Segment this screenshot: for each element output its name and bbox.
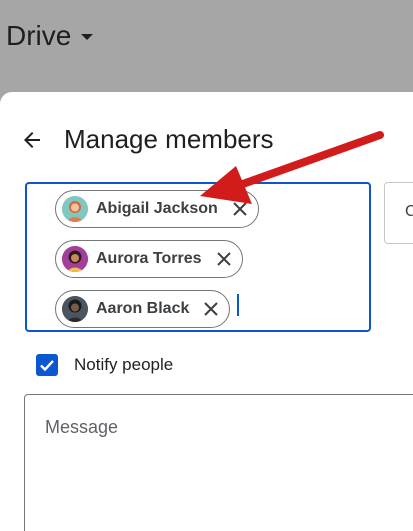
- text-cursor: [237, 294, 239, 316]
- member-name: Aurora Torres: [96, 250, 202, 267]
- app-title-text: Drive: [6, 20, 72, 51]
- notify-people-option: Notify people: [36, 354, 173, 376]
- role-select-label: C: [405, 203, 413, 220]
- check-icon: [40, 360, 54, 372]
- notify-label: Notify people: [74, 355, 174, 374]
- close-icon[interactable]: [201, 299, 221, 319]
- message-textarea[interactable]: Message: [24, 394, 413, 531]
- member-chip: Aaron Black: [55, 290, 231, 328]
- members-input[interactable]: Abigail Jackson Aurora Torres Aaron Blac…: [25, 182, 371, 332]
- manage-members-panel: Manage members Abigail Jackson Aurora To…: [0, 92, 413, 531]
- close-icon[interactable]: [214, 249, 234, 269]
- app-title[interactable]: Drive: [6, 20, 94, 52]
- member-name: Abigail Jackson: [96, 200, 218, 217]
- arrow-left-icon: [24, 131, 40, 148]
- member-chip: Abigail Jackson: [55, 190, 259, 228]
- member-chip: Aurora Torres: [55, 240, 243, 278]
- dialog-title: Manage members: [64, 124, 274, 154]
- close-icon[interactable]: [230, 199, 250, 219]
- role-select[interactable]: C: [384, 182, 413, 244]
- avatar: [62, 196, 88, 222]
- back-button[interactable]: [18, 126, 46, 154]
- notify-checkbox[interactable]: [36, 354, 58, 376]
- avatar: [62, 246, 88, 272]
- message-placeholder: Message: [45, 417, 119, 437]
- member-name: Aaron Black: [96, 300, 190, 317]
- avatar: [62, 296, 88, 322]
- dialog-header: Manage members: [18, 124, 274, 155]
- caret-down-icon: [81, 34, 94, 40]
- app-topbar: Drive: [0, 0, 413, 90]
